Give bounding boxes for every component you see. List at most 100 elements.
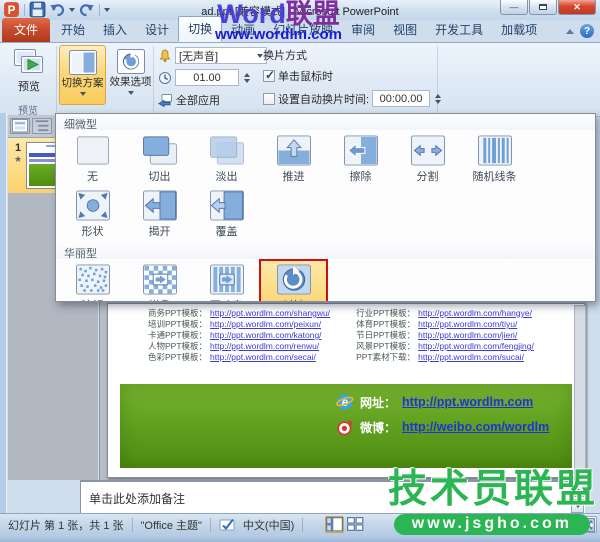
transition-scheme-icon: [68, 49, 98, 75]
slides-tab[interactable]: [10, 118, 30, 134]
language-indicator[interactable]: 中文(中国): [241, 517, 302, 533]
transition-item-cut[interactable]: 切出: [126, 131, 193, 186]
transition-item-clock[interactable]: 时钟: [259, 259, 328, 301]
theme-name[interactable]: "Office 主题": [133, 517, 210, 533]
template-link-url[interactable]: http://ppt.wordlm.com/jieri/: [418, 330, 517, 341]
ribbon-tab-animations[interactable]: 动画: [222, 18, 264, 42]
save-button[interactable]: [29, 1, 46, 18]
ribbon-tab-slideshow[interactable]: 幻灯片放映: [264, 18, 342, 42]
transition-item-label: 推进: [282, 171, 305, 183]
auto-advance-time-input[interactable]: 00:00.00: [372, 90, 431, 107]
slide-links-block: 商务PPT模板： http://ppt.wordlm.com/shangwu/培训…: [108, 304, 584, 363]
transition-item-label: 无: [87, 171, 98, 183]
transition-item-shape[interactable]: 形状: [59, 186, 126, 241]
auto-advance-spinner[interactable]: [435, 93, 442, 104]
on-mouse-click-checkbox[interactable]: 单击鼠标时: [263, 68, 333, 84]
ribbon-tab-review[interactable]: 审阅: [342, 18, 384, 42]
transition-item-none[interactable]: 无: [59, 131, 126, 186]
window-controls: — ✕: [499, 0, 596, 15]
ribbon-tab-file[interactable]: 文件: [2, 18, 51, 42]
close-button[interactable]: ✕: [558, 0, 596, 15]
transition-item-dissolve[interactable]: 溶解: [59, 260, 126, 301]
customize-qat-caret-icon[interactable]: [104, 7, 110, 12]
ribbon-tab-home[interactable]: 开始: [52, 18, 94, 42]
ribbon-tab-row: 文件 开始 插入 设计 切换 动画 幻灯片放映 审阅 视图 开发工具 加载项 ?: [0, 16, 600, 43]
apply-all-button[interactable]: 全部应用: [158, 92, 220, 108]
transition-item-split[interactable]: 分割: [394, 131, 461, 186]
sound-select[interactable]: [无声音]: [175, 47, 267, 64]
ribbon-tab-insert[interactable]: 插入: [94, 18, 136, 42]
template-link-label: PPT素材下载：: [356, 352, 416, 362]
template-link-url[interactable]: http://ppt.wordlm.com/shangwu/: [210, 308, 330, 319]
template-link-url[interactable]: http://ppt.wordlm.com/secai/: [210, 352, 316, 363]
restore-button[interactable]: [529, 0, 557, 15]
outline-tab[interactable]: [32, 118, 52, 134]
normal-view-button[interactable]: [325, 516, 345, 533]
ribbon-tab-developer[interactable]: 开发工具: [426, 18, 492, 42]
template-link-url[interactable]: http://ppt.wordlm.com/renwu/: [210, 341, 319, 352]
template-link-url[interactable]: http://ppt.wordlm.com/sucai/: [418, 352, 524, 363]
minimize-button[interactable]: —: [500, 0, 528, 15]
transition-scheme-button[interactable]: 切换方案: [59, 45, 106, 105]
template-link-url[interactable]: http://ppt.wordlm.com/hangye/: [418, 308, 532, 319]
duration-input[interactable]: 01.00: [175, 69, 239, 86]
template-link-row: 培训PPT模板： http://ppt.wordlm.com/peixun/: [148, 319, 330, 330]
transition-item-uncover[interactable]: 揭开: [126, 186, 193, 241]
title-bar: P ad.ppt [兼容模式] - Microsoft PowerPoint —…: [0, 0, 600, 20]
template-link-url[interactable]: http://ppt.wordlm.com/tiyu/: [418, 319, 517, 330]
duration-spinner[interactable]: [244, 72, 250, 83]
preview-button-label: 预览: [18, 81, 40, 93]
advance-group-title: 换片方式: [263, 47, 307, 63]
transition-item-push[interactable]: 推进: [260, 131, 327, 186]
transition-star-icon[interactable]: ★: [10, 154, 26, 165]
site-label: 网址：: [360, 395, 397, 410]
help-button[interactable]: ?: [580, 24, 594, 38]
ribbon-tab-view[interactable]: 视图: [384, 18, 426, 42]
auto-advance-label: 设置自动换片时间:: [278, 93, 370, 106]
spellcheck-icon[interactable]: [219, 517, 237, 532]
auto-advance-checkbox[interactable]: 设置自动换片时间: 00:00.00: [263, 90, 442, 107]
notes-pane[interactable]: 单击此处添加备注: [80, 480, 585, 513]
scroll-up-button[interactable]: [571, 483, 584, 497]
vertical-scrollbar[interactable]: [574, 305, 586, 477]
undo-dropdown-caret-icon[interactable]: [69, 7, 75, 12]
scroll-down-button[interactable]: [571, 499, 584, 513]
svg-text:P: P: [8, 4, 16, 17]
transition-item-wipe[interactable]: 擦除: [327, 131, 394, 186]
undo-button[interactable]: [49, 2, 66, 17]
template-link-url[interactable]: http://ppt.wordlm.com/fengjing/: [418, 341, 534, 352]
push-transition-icon: [274, 134, 314, 167]
site-link[interactable]: http://ppt.wordlm.com: [402, 395, 533, 409]
template-link-label: 风景PPT模板：: [356, 341, 416, 351]
ribbon-tab-transitions[interactable]: 切换: [178, 16, 223, 42]
template-link-row: 体育PPT模板： http://ppt.wordlm.com/tiyu/: [356, 319, 534, 330]
sound-row: [无声音]: [158, 47, 267, 64]
slide-sorter-view-button[interactable]: [346, 516, 365, 533]
transition-item-fade[interactable]: 淡出: [193, 131, 260, 186]
template-link-url[interactable]: http://ppt.wordlm.com/peixun/: [210, 319, 321, 330]
transition-item-random-bars[interactable]: 随机线条: [461, 131, 528, 186]
template-link-url[interactable]: http://ppt.wordlm.com/katong/: [210, 330, 322, 341]
fade-transition-icon: [207, 134, 247, 167]
transition-item-label: 覆盖: [215, 226, 238, 238]
transition-item-label: 形状: [81, 226, 104, 238]
transition-item-blinds[interactable]: 百叶窗: [193, 260, 260, 301]
ribbon-tab-design[interactable]: 设计: [136, 18, 178, 42]
slide-canvas[interactable]: 商务PPT模板： http://ppt.wordlm.com/shangwu/培训…: [107, 303, 585, 478]
weibo-label: 微博：: [360, 420, 397, 435]
weibo-link[interactable]: http://weibo.com/wordlm: [402, 420, 549, 434]
powerpoint-logo-icon[interactable]: P: [3, 2, 20, 17]
effect-options-button[interactable]: 效果选项: [109, 45, 152, 105]
ribbon-tab-addins[interactable]: 加载项: [492, 18, 546, 42]
fit-to-window-button[interactable]: [579, 516, 597, 533]
redo-button[interactable]: [78, 2, 95, 17]
collapse-ribbon-icon[interactable]: [566, 28, 574, 34]
transition-item-checkerboard[interactable]: 棋盘: [126, 260, 193, 301]
ribbon-tabs: 文件 开始 插入 设计 切换 动画 幻灯片放映 审阅 视图 开发工具 加载项: [2, 16, 546, 42]
split-transition-icon: [408, 134, 448, 167]
template-link-label: 培训PPT模板：: [148, 319, 208, 329]
preview-button[interactable]: 预览: [6, 46, 52, 94]
transition-item-cover[interactable]: 覆盖: [193, 186, 260, 241]
dissolve-transition-icon: [73, 263, 113, 296]
transition-item-label: 溶解: [82, 297, 104, 301]
